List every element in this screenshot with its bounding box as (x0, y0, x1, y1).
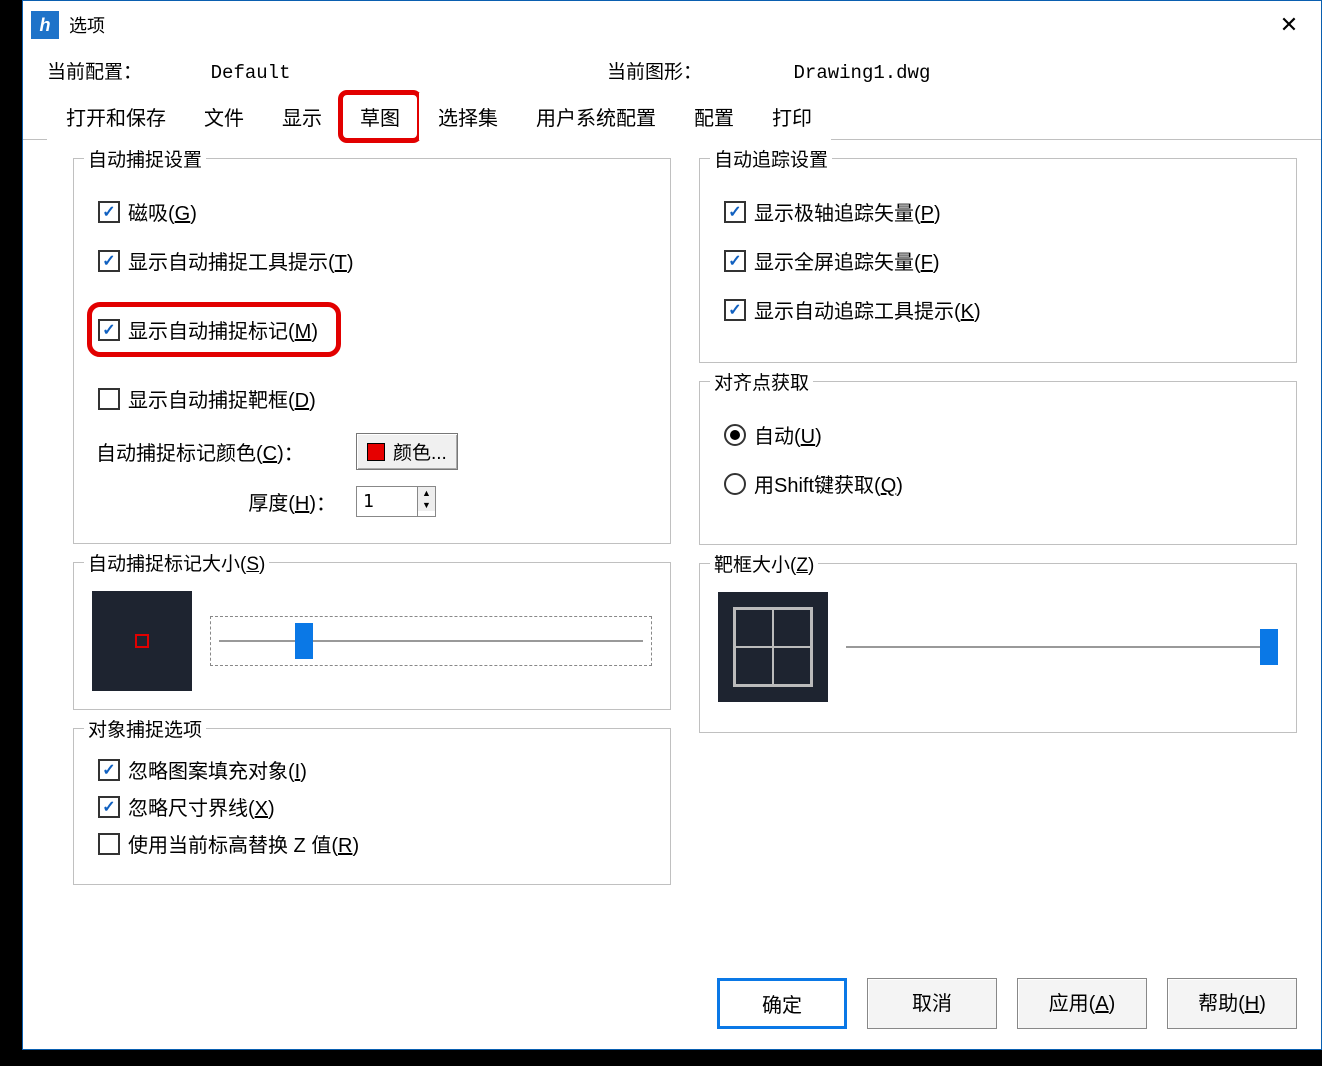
apply-button[interactable]: 应用(A) (1017, 978, 1147, 1029)
chevron-down-icon[interactable]: ▼ (418, 499, 435, 511)
current-profile-value: Default (211, 62, 291, 84)
slider-thumb[interactable] (1260, 629, 1278, 665)
tab-user-system[interactable]: 用户系统配置 (517, 93, 675, 140)
color-button-label: 颜色... (393, 438, 447, 465)
checkbox-icon: ✓ (724, 250, 746, 272)
radio-icon (724, 424, 746, 446)
marker-color-label: 自动捕捉标记颜色(C)： (96, 437, 356, 466)
tab-profile[interactable]: 配置 (675, 93, 753, 140)
right-column: 自动追踪设置 ✓ 显示极轴追踪矢量(P) ✓ 显示全屏追踪矢量(F) ✓ 显示自… (699, 158, 1297, 952)
tab-bar: 打开和保存 文件 显示 草图 选择集 用户系统配置 配置 打印 (23, 92, 1321, 140)
cancel-button[interactable]: 取消 (867, 978, 997, 1029)
current-profile-label: 当前配置： (47, 61, 142, 83)
autotrack-tooltip-label: 显示自动追踪工具提示(K) (754, 295, 981, 324)
titlebar: h 选项 ✕ (23, 1, 1321, 49)
marker-size-slider[interactable] (210, 616, 652, 666)
align-title: 对齐点获取 (710, 368, 813, 395)
osnap-options-title: 对象捕捉选项 (84, 715, 206, 742)
aperture-size-slider[interactable] (846, 622, 1278, 672)
color-button[interactable]: 颜色... (356, 433, 458, 470)
app-icon: h (31, 11, 59, 39)
checkbox-icon: ✓ (98, 201, 120, 223)
align-auto-radio[interactable]: 自动(U) (724, 420, 1278, 449)
checkbox-icon: ✓ (724, 299, 746, 321)
spinner-arrows[interactable]: ▲ ▼ (417, 487, 435, 516)
aperture-preview (718, 592, 828, 702)
align-shift-label: 用Shift键获取(Q) (754, 469, 903, 498)
color-swatch-icon (367, 443, 385, 461)
autosnap-group: 自动捕捉设置 ✓ 磁吸(G) ✓ 显示自动捕捉工具提示(T) ✓ 显示自动捕捉标… (73, 158, 671, 544)
autotrack-group: 自动追踪设置 ✓ 显示极轴追踪矢量(P) ✓ 显示全屏追踪矢量(F) ✓ 显示自… (699, 158, 1297, 363)
checkbox-icon: ✓ (98, 759, 120, 781)
ignore-dim-check[interactable]: ✓ 忽略尺寸界线(X) (98, 792, 652, 821)
options-dialog: h 选项 ✕ 当前配置： Default 当前图形： Drawing1.dwg … (22, 0, 1322, 1050)
thickness-input[interactable] (357, 487, 417, 516)
aperture-size-group: 靶框大小(Z) (699, 563, 1297, 733)
marker-size-group: 自动捕捉标记大小(S) (73, 562, 671, 710)
aperture-grid-icon (733, 607, 813, 687)
autosnap-title: 自动捕捉设置 (84, 145, 206, 172)
header-row: 当前配置： Default 当前图形： Drawing1.dwg (23, 49, 1321, 88)
thickness-spinner[interactable]: ▲ ▼ (356, 486, 436, 517)
ignore-hatch-check[interactable]: ✓ 忽略图案填充对象(I) (98, 755, 652, 784)
window-title: 选项 (69, 12, 105, 38)
aperture-size-control (718, 592, 1278, 702)
radio-icon (724, 473, 746, 495)
tab-print[interactable]: 打印 (753, 93, 831, 140)
autosnap-marker-label: 显示自动捕捉标记(M) (128, 315, 318, 344)
slider-thumb[interactable] (295, 623, 313, 659)
autosnap-tooltip-check[interactable]: ✓ 显示自动捕捉工具提示(T) (98, 246, 652, 275)
ok-button[interactable]: 确定 (717, 978, 847, 1029)
tab-display[interactable]: 显示 (263, 93, 341, 140)
help-button[interactable]: 帮助(H) (1167, 978, 1297, 1029)
fullscreen-vector-label: 显示全屏追踪矢量(F) (754, 246, 940, 275)
align-shift-radio[interactable]: 用Shift键获取(Q) (724, 469, 1278, 498)
autosnap-marker-check[interactable]: ✓ 显示自动捕捉标记(M) (94, 309, 334, 350)
tab-sketch[interactable]: 草图 (341, 93, 419, 140)
close-icon[interactable]: ✕ (1265, 5, 1313, 45)
checkbox-icon (98, 388, 120, 410)
marker-preview-icon (135, 634, 149, 648)
polar-vector-check[interactable]: ✓ 显示极轴追踪矢量(P) (724, 197, 1278, 226)
tab-selection[interactable]: 选择集 (419, 93, 517, 140)
marker-color-row: 自动捕捉标记颜色(C)： 颜色... (96, 433, 652, 470)
thickness-label: 厚度(H)： (96, 487, 356, 516)
content-area: 自动捕捉设置 ✓ 磁吸(G) ✓ 显示自动捕捉工具提示(T) ✓ 显示自动捕捉标… (23, 140, 1321, 962)
checkbox-icon: ✓ (98, 796, 120, 818)
fullscreen-vector-check[interactable]: ✓ 显示全屏追踪矢量(F) (724, 246, 1278, 275)
checkbox-icon: ✓ (724, 201, 746, 223)
checkbox-icon (98, 833, 120, 855)
checkbox-icon: ✓ (98, 319, 120, 341)
current-drawing-value: Drawing1.dwg (794, 62, 931, 84)
chevron-up-icon[interactable]: ▲ (418, 487, 435, 499)
polar-vector-label: 显示极轴追踪矢量(P) (754, 197, 941, 226)
marker-size-title: 自动捕捉标记大小(S) (84, 549, 269, 576)
checkbox-icon: ✓ (98, 250, 120, 272)
aperture-box-label: 显示自动捕捉靶框(D) (128, 384, 316, 413)
left-column: 自动捕捉设置 ✓ 磁吸(G) ✓ 显示自动捕捉工具提示(T) ✓ 显示自动捕捉标… (73, 158, 671, 952)
ignore-dim-label: 忽略尺寸界线(X) (128, 792, 275, 821)
aperture-size-title: 靶框大小(Z) (710, 550, 818, 577)
marker-preview (92, 591, 192, 691)
thickness-row: 厚度(H)： ▲ ▼ (96, 486, 652, 517)
replace-z-label: 使用当前标高替换 Z 值(R) (128, 829, 359, 858)
footer-buttons: 确定 取消 应用(A) 帮助(H) (23, 962, 1321, 1049)
current-drawing-label: 当前图形： (607, 61, 702, 83)
tab-open-save[interactable]: 打开和保存 (47, 93, 185, 140)
magnet-check[interactable]: ✓ 磁吸(G) (98, 197, 652, 226)
tab-file[interactable]: 文件 (185, 93, 263, 140)
magnet-label: 磁吸(G) (128, 197, 197, 226)
osnap-options-group: 对象捕捉选项 ✓ 忽略图案填充对象(I) ✓ 忽略尺寸界线(X) 使用当前标高替… (73, 728, 671, 885)
aperture-box-check[interactable]: 显示自动捕捉靶框(D) (98, 384, 652, 413)
align-group: 对齐点获取 自动(U) 用Shift键获取(Q) (699, 381, 1297, 545)
ignore-hatch-label: 忽略图案填充对象(I) (128, 755, 307, 784)
autotrack-tooltip-check[interactable]: ✓ 显示自动追踪工具提示(K) (724, 295, 1278, 324)
align-auto-label: 自动(U) (754, 420, 822, 449)
replace-z-check[interactable]: 使用当前标高替换 Z 值(R) (98, 829, 652, 858)
marker-size-control (92, 591, 652, 691)
autosnap-tooltip-label: 显示自动捕捉工具提示(T) (128, 246, 354, 275)
autotrack-title: 自动追踪设置 (710, 145, 832, 172)
